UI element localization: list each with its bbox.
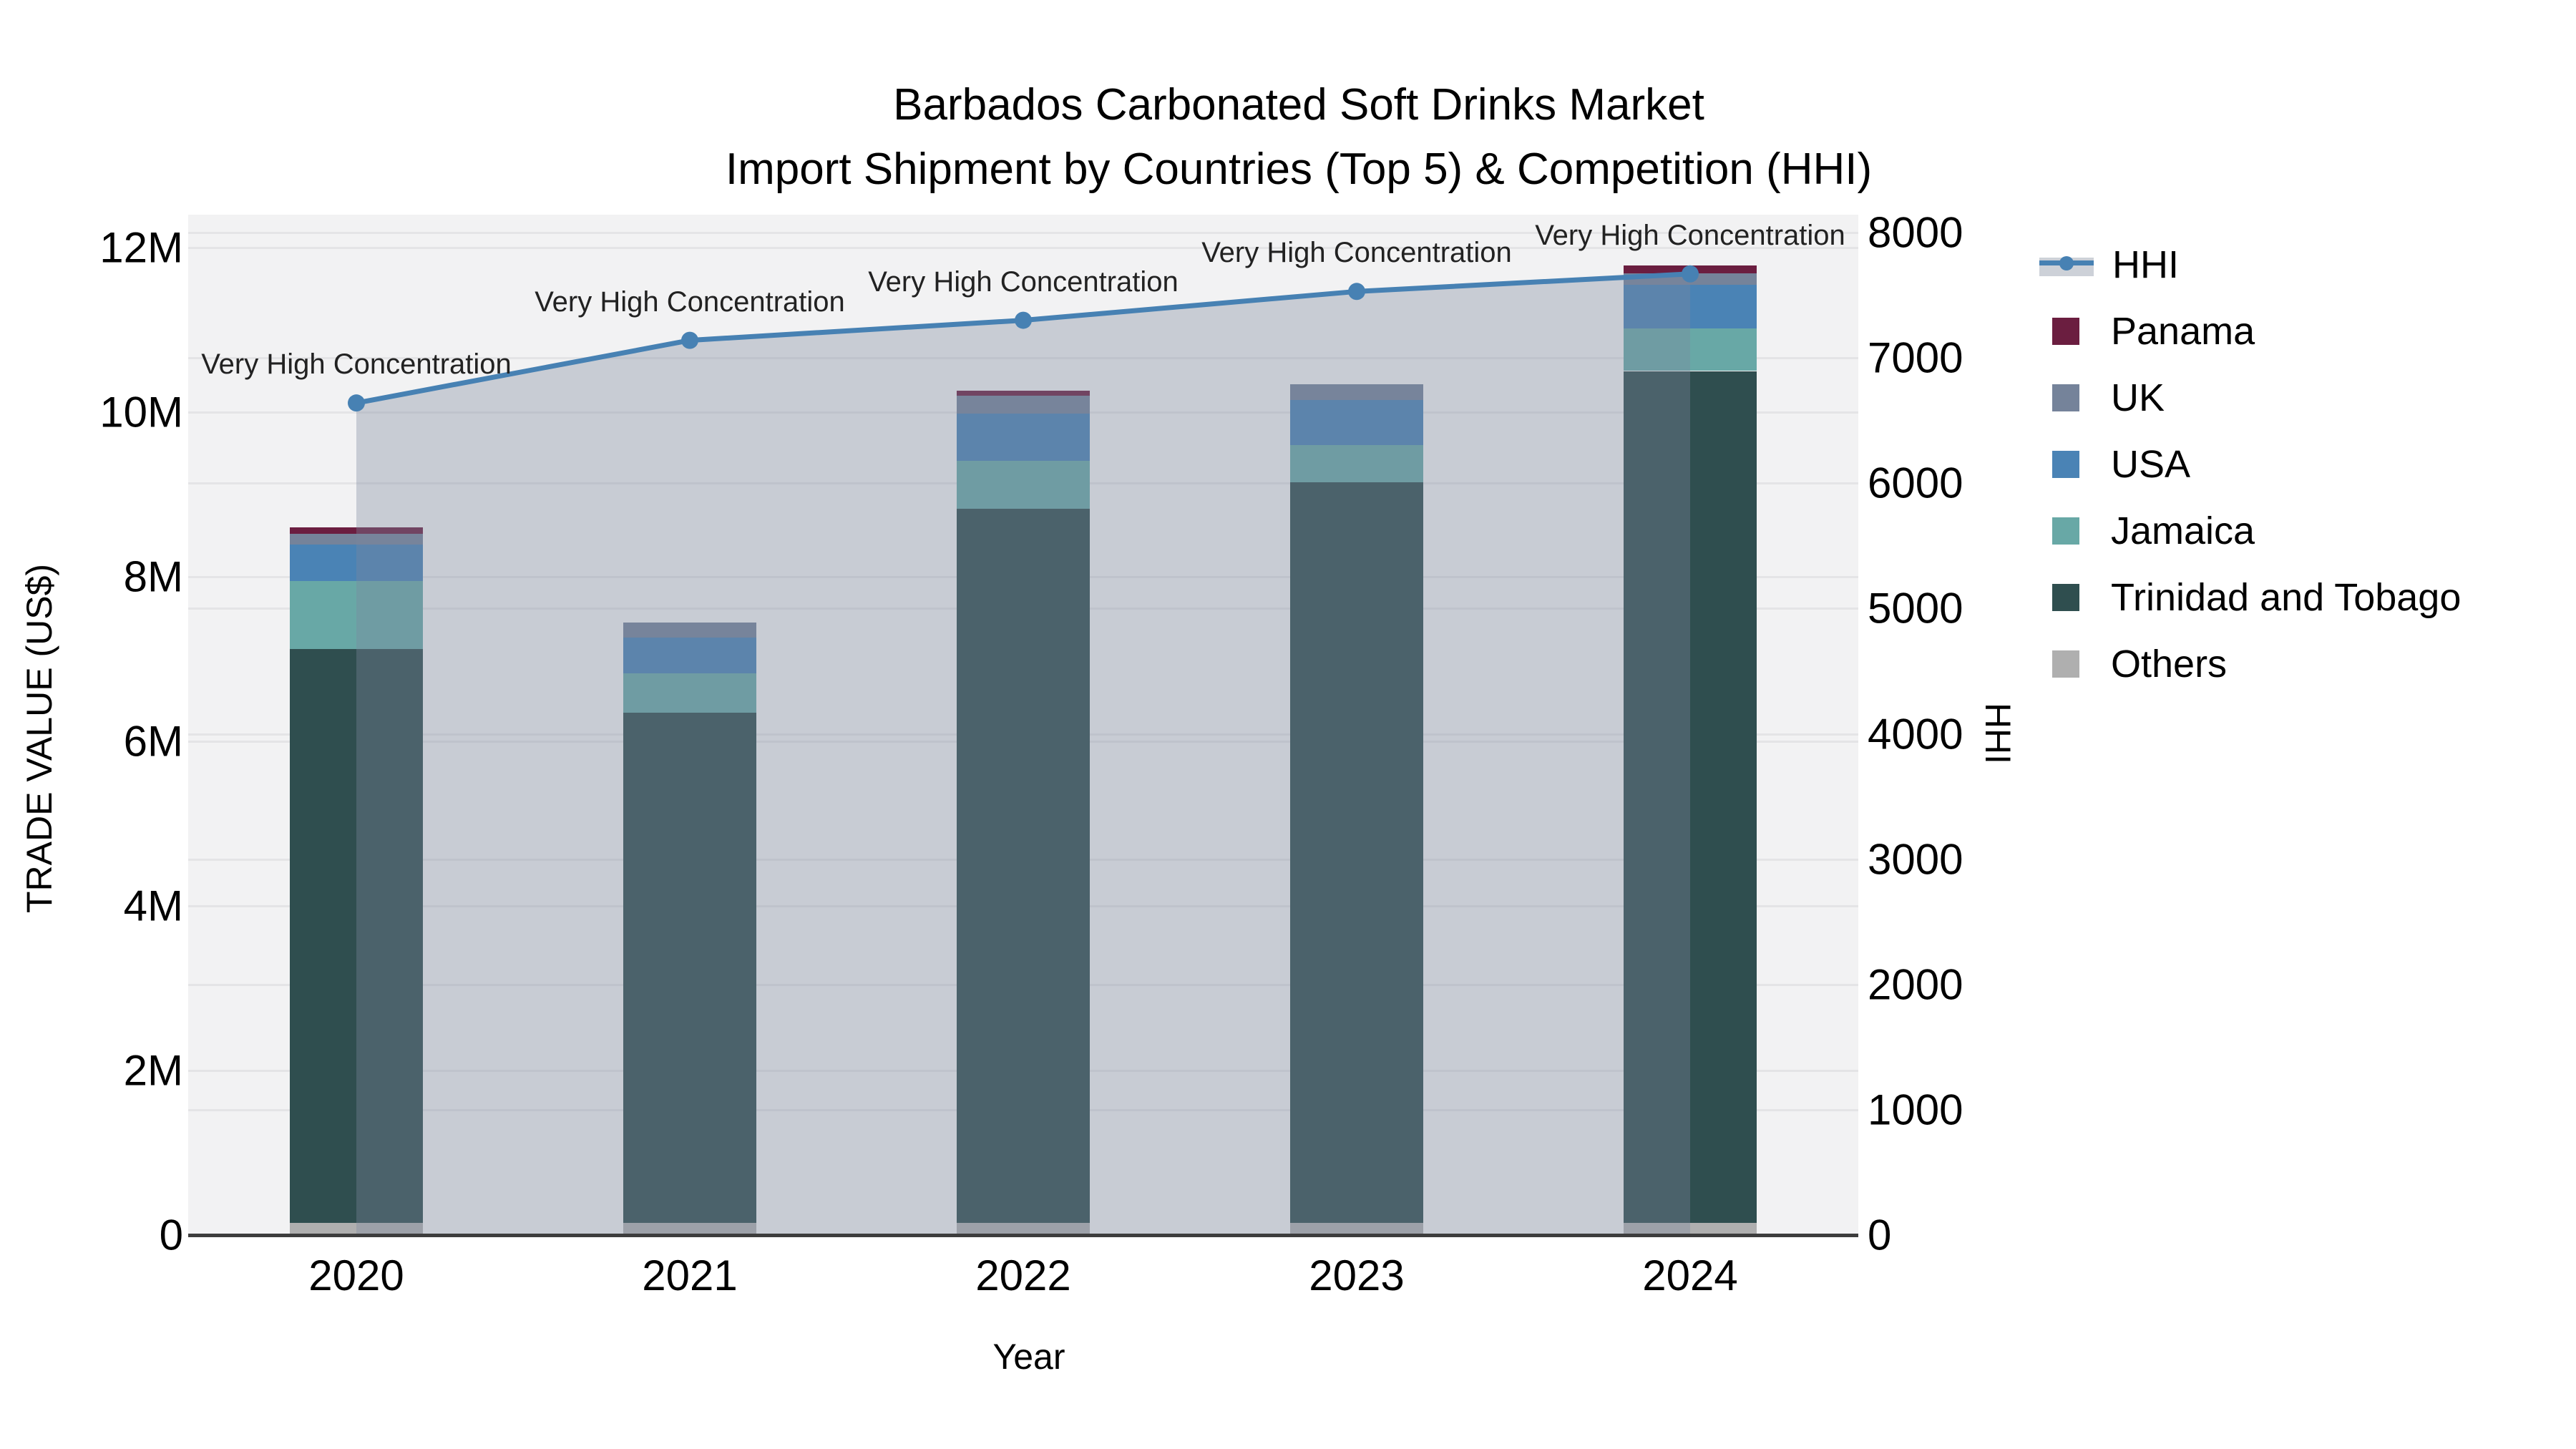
y-left-tick-8M: 8M	[123, 552, 183, 601]
legend-label-uk: UK	[2111, 376, 2165, 419]
legend-swatch-usa	[2052, 451, 2079, 478]
legend-label-usa: USA	[2111, 443, 2191, 486]
y-right-tick-3000: 3000	[1868, 835, 1963, 884]
x-axis-line	[188, 1234, 1858, 1237]
hhi-marker-2023	[1348, 283, 1365, 301]
x-axis-title: Year	[992, 1337, 1065, 1377]
legend-item-usa: USA	[2039, 443, 2190, 486]
chart-title-line2: Import Shipment by Countries (Top 5) & C…	[725, 145, 1873, 194]
hhi-marker-swatch	[2059, 256, 2074, 270]
x-tick-2021: 2021	[642, 1252, 738, 1299]
hhi-line-legend-icon	[2039, 250, 2094, 279]
legend-label-others: Others	[2111, 643, 2228, 686]
legend-label-panama: Panama	[2111, 310, 2255, 353]
y-right-tick-0: 0	[1868, 1211, 1892, 1259]
y-left-tick-4M: 4M	[123, 882, 183, 930]
x-tick-2020: 2020	[308, 1252, 404, 1299]
hhi-marker-2024	[1682, 265, 1699, 283]
annotation-2020: Very High Concentration	[201, 348, 512, 381]
legend-item-panama: Panama	[2039, 310, 2255, 353]
y-right-tick-1000: 1000	[1868, 1085, 1963, 1134]
legend-label-trinidad-and-tobago: Trinidad and Tobago	[2111, 576, 2462, 619]
annotation-2022: Very High Concentration	[868, 265, 1179, 298]
legend-swatch-jamaica	[2052, 517, 2079, 545]
annotation-2023: Very High Concentration	[1201, 237, 1512, 269]
annotation-2021: Very High Concentration	[535, 286, 845, 318]
legend-item-others: Others	[2039, 643, 2227, 686]
y-right-tick-7000: 7000	[1868, 333, 1963, 382]
y-left-tick-0: 0	[159, 1211, 183, 1259]
x-tick-2022: 2022	[975, 1252, 1071, 1299]
legend-swatch-panama	[2052, 318, 2079, 345]
legend-label-jamaica: Jamaica	[2111, 509, 2255, 552]
hhi-area-fill	[356, 273, 1690, 1235]
legend-label-hhi: HHI	[2112, 243, 2179, 286]
hhi-marker-2021	[681, 331, 698, 349]
legend-swatch-trinidad-and-tobago	[2052, 584, 2079, 611]
hhi-marker-2022	[1015, 311, 1032, 329]
legend-item-hhi: HHI	[2039, 243, 2179, 286]
hhi-marker-2020	[348, 394, 365, 412]
y-left-tick-12M: 12M	[99, 223, 183, 272]
y-right-tick-6000: 6000	[1868, 459, 1963, 507]
legend-swatch-uk	[2052, 384, 2079, 411]
y-right-axis-title: HHI	[1978, 702, 2018, 765]
legend-item-uk: UK	[2039, 376, 2165, 419]
y-right-tick-5000: 5000	[1868, 584, 1963, 633]
y-left-tick-10M: 10M	[99, 388, 183, 436]
x-tick-2023: 2023	[1309, 1252, 1405, 1299]
y-left-tick-2M: 2M	[123, 1046, 183, 1095]
legend-item-jamaica: Jamaica	[2039, 509, 2255, 552]
y-right-tick-2000: 2000	[1868, 960, 1963, 1009]
chart-figure: Barbados Carbonated Soft Drinks Market I…	[0, 0, 2576, 1449]
legend-swatch-others	[2052, 650, 2079, 678]
y-right-tick-4000: 4000	[1868, 710, 1963, 758]
y-right-tick-8000: 8000	[1868, 208, 1963, 257]
y-left-tick-6M: 6M	[123, 717, 183, 766]
chart-title-line1: Barbados Carbonated Soft Drinks Market	[893, 80, 1704, 130]
x-tick-2024: 2024	[1642, 1252, 1738, 1299]
annotation-2024: Very High Concentration	[1535, 219, 1845, 251]
legend-item-trinidad-and-tobago: Trinidad and Tobago	[2039, 576, 2461, 619]
chart-title: Barbados Carbonated Soft Drinks Market I…	[726, 73, 1872, 202]
